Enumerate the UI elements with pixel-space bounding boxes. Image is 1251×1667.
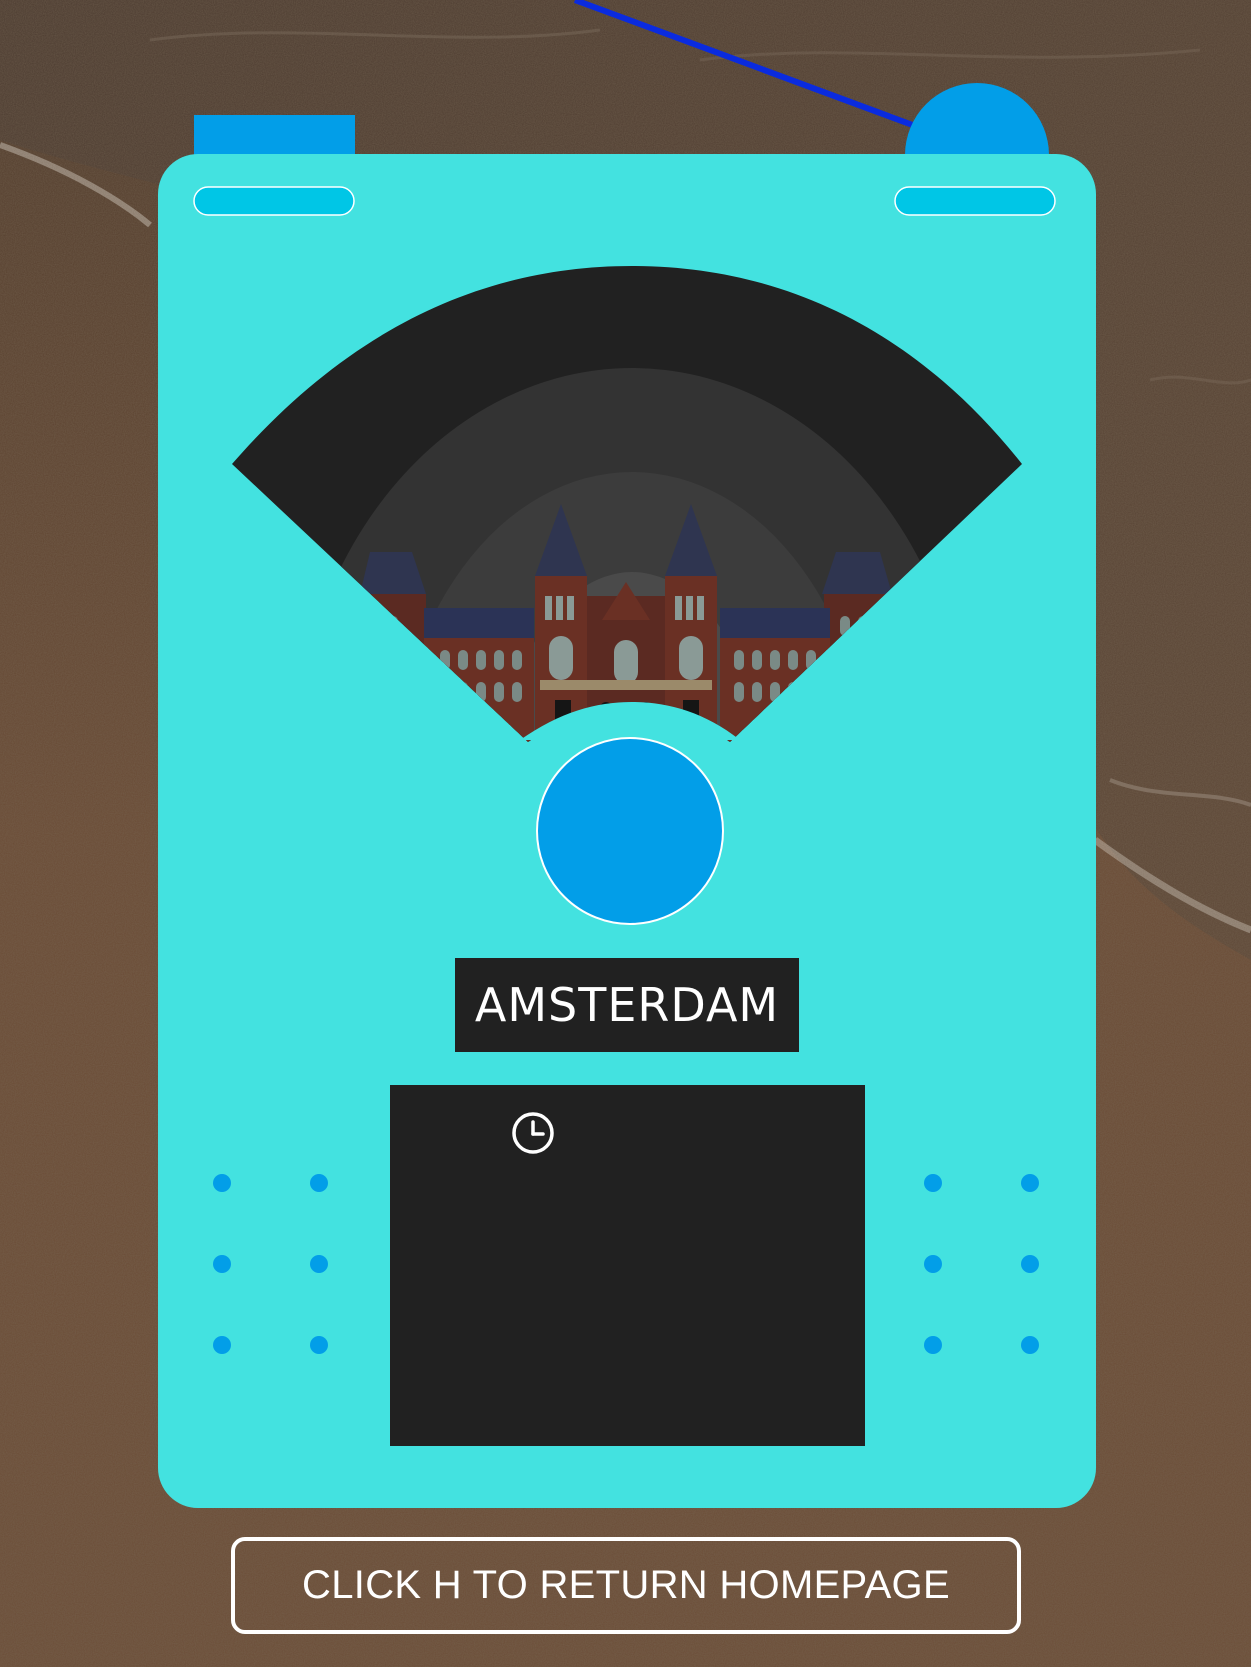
radio-stage: AMSTERDAM CLICK H TO RETURN HOMEPAGE [0,0,1251,1667]
tuning-knob[interactable] [536,737,724,925]
city-name-label: AMSTERDAM [455,958,799,1052]
return-homepage-label: CLICK H TO RETURN HOMEPAGE [302,1563,950,1607]
display-screen [390,1085,865,1446]
clock-icon [512,1112,554,1154]
top-left-tab [194,115,355,160]
antenna [573,0,947,140]
right-pill-button[interactable] [894,186,1056,216]
antenna-knob [905,83,1049,155]
return-homepage-button[interactable]: CLICK H TO RETURN HOMEPAGE [231,1537,1021,1634]
left-pill-button[interactable] [193,186,355,216]
